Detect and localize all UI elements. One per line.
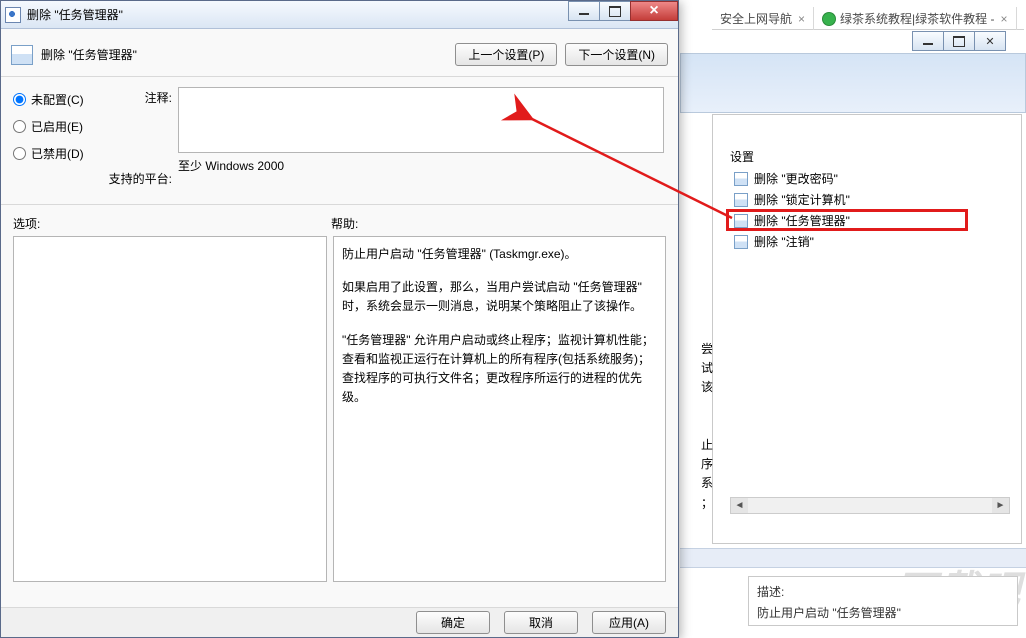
close-icon[interactable]: ×: [1000, 12, 1007, 26]
maximize-button[interactable]: [599, 1, 631, 21]
cancel-button[interactable]: 取消: [504, 611, 578, 634]
help-label: 帮助:: [331, 215, 358, 232]
description-text: 防止用户启动 "任务管理器": [757, 604, 1009, 621]
comment-label: 注释:: [103, 89, 172, 106]
radio-label: 未配置(C): [31, 91, 84, 108]
platform-value: 至少 Windows 2000: [178, 153, 664, 174]
next-setting-button[interactable]: 下一个设置(N): [565, 43, 668, 66]
prev-setting-button[interactable]: 上一个设置(P): [455, 43, 557, 66]
lower-section: 防止用户启动 "任务管理器" (Taskmgr.exe)。 如果启用了此设置，那…: [1, 236, 678, 586]
help-textbox[interactable]: 防止用户启动 "任务管理器" (Taskmgr.exe)。 如果启用了此设置，那…: [333, 236, 666, 582]
radio-disabled[interactable]: 已禁用(D): [13, 145, 103, 162]
radio-group: 未配置(C) 已启用(E) 已禁用(D): [1, 83, 103, 204]
partial-text: 尝试该 止序系；: [701, 340, 714, 513]
highlight-box: [726, 209, 968, 231]
radio-input[interactable]: [13, 93, 26, 106]
title-bar[interactable]: 删除 "任务管理器": [1, 1, 678, 29]
minimize-button[interactable]: [912, 31, 944, 51]
section-labels: 选项: 帮助:: [1, 205, 678, 236]
help-paragraph: 如果启用了此设置，那么，当用户尝试启动 "任务管理器" 时，系统会显示一则消息，…: [342, 278, 657, 316]
settings-heading: 设置: [730, 148, 754, 165]
window-title: 删除 "任务管理器": [27, 6, 123, 23]
window-controls-bg: ✕: [913, 31, 1019, 53]
radio-input[interactable]: [13, 120, 26, 133]
header-row: 删除 "任务管理器" 上一个设置(P) 下一个设置(N): [1, 29, 678, 77]
app-icon: [5, 7, 21, 23]
list-item[interactable]: 删除 "锁定计算机": [730, 189, 1016, 210]
apply-button[interactable]: 应用(A): [592, 611, 666, 634]
policy-icon: [734, 193, 748, 207]
labels-column: 注释: 支持的平台:: [103, 83, 178, 204]
bg-toolbar-strip: [680, 53, 1026, 113]
maximize-button[interactable]: [943, 31, 975, 51]
radio-label: 已启用(E): [31, 118, 83, 135]
scrollbar-horizontal[interactable]: ◄ ►: [730, 497, 1010, 514]
radio-not-configured[interactable]: 未配置(C): [13, 91, 103, 108]
browser-tab-1[interactable]: 安全上网导航 ×: [712, 7, 814, 30]
radio-input[interactable]: [13, 147, 26, 160]
policy-icon: [734, 172, 748, 186]
browser-tabs: 安全上网导航 × 绿茶系统教程|绿茶软件教程 - ×: [712, 8, 1024, 30]
options-label: 选项:: [13, 215, 331, 232]
close-button[interactable]: ✕: [974, 31, 1006, 51]
help-paragraph: "任务管理器" 允许用户启动或终止程序；监视计算机性能；查看和监视正运行在计算机…: [342, 331, 657, 408]
close-icon[interactable]: ×: [798, 12, 805, 26]
tab-label: 安全上网导航: [720, 10, 792, 27]
ok-button[interactable]: 确定: [416, 611, 490, 634]
policy-icon: [734, 235, 748, 249]
list-item[interactable]: 删除 "注销": [730, 231, 1016, 252]
item-label: 删除 "注销": [754, 233, 814, 250]
help-paragraph: 防止用户启动 "任务管理器" (Taskmgr.exe)。: [342, 245, 657, 264]
values-column: 至少 Windows 2000: [178, 83, 678, 204]
browser-tab-2[interactable]: 绿茶系统教程|绿茶软件教程 - ×: [814, 7, 1016, 30]
bg-status-bar: [680, 548, 1026, 568]
policy-dialog: 删除 "任务管理器" 删除 "任务管理器" 上一个设置(P) 下一个设置(N) …: [0, 0, 679, 638]
scroll-right-icon[interactable]: ►: [992, 498, 1009, 513]
radio-enabled[interactable]: 已启用(E): [13, 118, 103, 135]
dialog-body: 删除 "任务管理器" 上一个设置(P) 下一个设置(N) 未配置(C) 已启用(…: [1, 29, 678, 637]
close-button[interactable]: [630, 1, 678, 21]
middle-section: 未配置(C) 已启用(E) 已禁用(D) 注释: 支持的平台: 至少 Windo…: [1, 77, 678, 205]
favicon-icon: [822, 12, 836, 26]
window-controls: [569, 1, 678, 21]
comment-textarea[interactable]: [178, 87, 664, 153]
platform-label: 支持的平台:: [103, 170, 172, 187]
description-panel: 描述: 防止用户启动 "任务管理器": [748, 576, 1018, 626]
description-label: 描述:: [757, 583, 1009, 600]
policy-icon: [11, 45, 33, 65]
header-title: 删除 "任务管理器": [41, 46, 137, 63]
tab-label: 绿茶系统教程|绿茶软件教程 -: [840, 10, 994, 27]
options-listbox[interactable]: [13, 236, 327, 582]
minimize-button[interactable]: [568, 1, 600, 21]
dialog-footer: 确定 取消 应用(A): [1, 607, 678, 637]
scroll-left-icon[interactable]: ◄: [731, 498, 748, 513]
item-label: 删除 "锁定计算机": [754, 191, 850, 208]
item-label: 删除 "更改密码": [754, 170, 838, 187]
radio-label: 已禁用(D): [31, 145, 84, 162]
list-item[interactable]: 删除 "更改密码": [730, 168, 1016, 189]
